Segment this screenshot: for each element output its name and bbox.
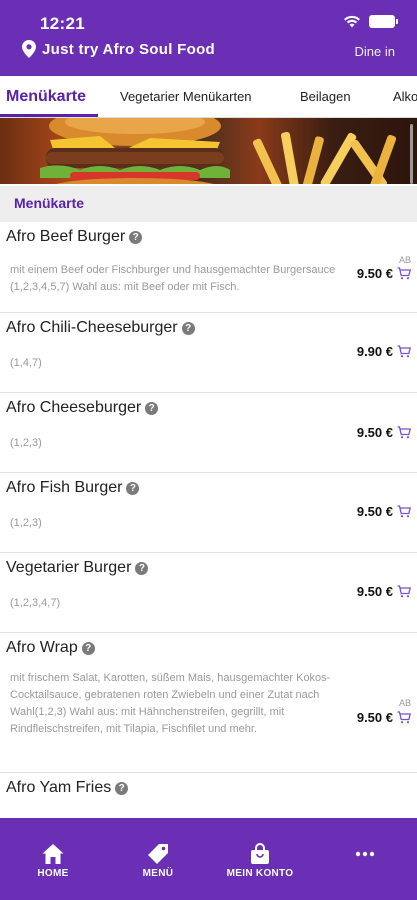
tabs-scrollbar[interactable] xyxy=(410,124,413,184)
nav-label: MENÜ xyxy=(142,868,174,879)
burger-image xyxy=(40,118,230,184)
location-pin-icon xyxy=(22,40,36,58)
tab-menukarte[interactable]: Menükarte xyxy=(6,76,86,117)
item-description: mit frischem Salat, Karotten, süßem Mais… xyxy=(10,672,331,735)
price-box[interactable]: 9.50 € xyxy=(357,710,411,725)
price-box[interactable]: 9.50 € xyxy=(357,425,411,440)
item-name-row: Afro Wrap ? xyxy=(6,639,95,657)
info-icon[interactable]: ? xyxy=(181,321,195,335)
nav-more[interactable] xyxy=(315,818,415,900)
hero-banner-image xyxy=(0,118,417,184)
menu-item-afro-beef-burger[interactable]: Afro Beef Burger ? mit einem Beef oder F… xyxy=(0,222,417,313)
price-box[interactable]: 9.50 € xyxy=(357,504,411,519)
item-name-row: Vegetarier Burger ? xyxy=(6,559,149,577)
cart-icon[interactable] xyxy=(397,505,411,518)
status-icons xyxy=(343,15,398,28)
cart-icon[interactable] xyxy=(397,267,411,280)
menu-item-afro-fish-burger[interactable]: Afro Fish Burger ? (1,2,3) 9.50 € xyxy=(0,473,417,553)
item-price: 9.90 € xyxy=(356,344,393,359)
menu-list: Afro Beef Burger ? mit einem Beef oder F… xyxy=(0,222,417,818)
info-icon[interactable]: ? xyxy=(145,401,159,415)
battery-icon xyxy=(369,15,398,28)
item-description: (1,4,7) xyxy=(10,357,42,369)
info-icon[interactable]: ? xyxy=(115,781,129,795)
restaurant-name: Just try Afro Soul Food xyxy=(42,40,216,58)
price-prefix: AB xyxy=(398,255,411,265)
section-header: Menükarte xyxy=(0,186,417,222)
item-name: Afro Yam Fries xyxy=(6,779,112,796)
menu-item-afro-yam-fries[interactable]: Afro Yam Fries ? xyxy=(0,773,417,818)
menu-item-afro-cheeseburger[interactable]: Afro Cheeseburger ? (1,2,3) 9.50 € xyxy=(0,393,417,473)
status-time: 12:21 xyxy=(40,14,85,33)
item-name: Afro Beef Burger xyxy=(6,228,126,245)
price-prefix: AB xyxy=(398,698,411,708)
tag-icon xyxy=(148,844,168,864)
item-name-row: Afro Beef Burger ? xyxy=(6,228,143,246)
item-name-row: Afro Yam Fries ? xyxy=(6,779,129,797)
nav-label: MEIN KONTO xyxy=(226,868,294,879)
item-price: 9.50 € xyxy=(356,584,393,599)
item-name: Afro Wrap xyxy=(6,639,78,656)
nav-label: HOME xyxy=(37,868,69,879)
wifi-icon xyxy=(344,15,360,28)
nav-menu[interactable]: MENÜ xyxy=(108,818,208,900)
cart-icon[interactable] xyxy=(397,345,411,358)
item-price: 9.50 € xyxy=(356,504,393,519)
item-name-row: Afro Chili-Cheeseburger ? xyxy=(6,319,195,337)
app-header: 12:21 Just try Afro Soul Food Dine in xyxy=(0,0,417,76)
price-box[interactable]: 9.90 € xyxy=(357,344,411,359)
info-icon[interactable]: ? xyxy=(129,230,143,244)
item-description: (1,2,3) xyxy=(10,437,42,449)
item-name-row: Afro Fish Burger ? xyxy=(6,479,140,497)
fries-image xyxy=(252,132,397,184)
bottom-navigation: HOME MENÜ MEIN KONTO xyxy=(0,818,417,900)
nav-mein-konto[interactable]: MEIN KONTO xyxy=(210,818,310,900)
info-icon[interactable]: ? xyxy=(126,481,140,495)
item-name: Vegetarier Burger xyxy=(6,559,132,576)
item-price: 9.50 € xyxy=(356,266,393,281)
item-description: (1,2,3) xyxy=(10,517,42,529)
price-box[interactable]: 9.50 € xyxy=(357,584,411,599)
item-name: Afro Chili-Cheeseburger xyxy=(6,319,178,336)
item-price: 9.50 € xyxy=(356,710,393,725)
menu-item-afro-wrap[interactable]: Afro Wrap ? mit frischem Salat, Karotten… xyxy=(0,633,417,773)
location-selector[interactable]: Just try Afro Soul Food xyxy=(22,40,215,58)
cart-icon[interactable] xyxy=(397,711,411,724)
cart-icon[interactable] xyxy=(397,585,411,598)
item-price: 9.50 € xyxy=(356,425,393,440)
tab-vegetarier-menukarten[interactable]: Vegetarier Menükarten xyxy=(120,76,252,117)
price-box[interactable]: 9.50 € xyxy=(357,266,411,281)
item-name-row: Afro Cheeseburger ? xyxy=(6,399,159,417)
item-description: mit einem Beef oder Fischburger und haus… xyxy=(10,264,336,293)
home-icon xyxy=(42,844,64,864)
nav-home[interactable]: HOME xyxy=(3,818,103,900)
info-icon[interactable]: ? xyxy=(135,561,149,575)
tab-alko[interactable]: Alko xyxy=(393,76,417,117)
cart-icon[interactable] xyxy=(397,426,411,439)
category-tabs: Menükarte Vegetarier Menükarten Beilagen… xyxy=(0,76,417,118)
shopping-bag-icon xyxy=(251,843,269,864)
menu-item-vegetarier-burger[interactable]: Vegetarier Burger ? (1,2,3,4,7) 9.50 € xyxy=(0,553,417,633)
item-name: Afro Fish Burger xyxy=(6,479,123,496)
active-tab-indicator xyxy=(0,114,98,117)
tab-beilagen[interactable]: Beilagen xyxy=(300,76,351,117)
more-icon xyxy=(355,851,375,857)
item-name: Afro Cheeseburger xyxy=(6,399,142,416)
item-description: (1,2,3,4,7) xyxy=(10,597,61,609)
menu-item-afro-chili-cheeseburger[interactable]: Afro Chili-Cheeseburger ? (1,4,7) 9.90 € xyxy=(0,313,417,393)
dine-in-toggle[interactable]: Dine in xyxy=(355,44,395,59)
section-title: Menükarte xyxy=(14,195,85,211)
info-icon[interactable]: ? xyxy=(81,641,95,655)
